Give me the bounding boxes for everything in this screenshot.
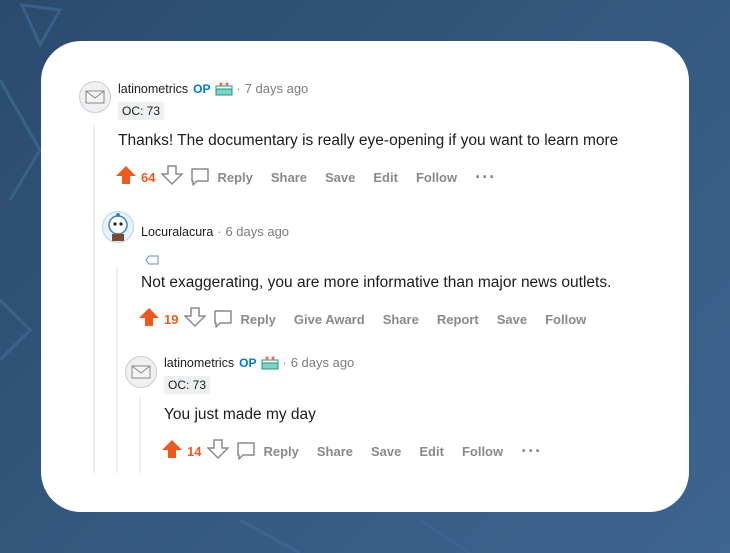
save-button[interactable]: Save: [497, 312, 527, 327]
comment-body: You just made my day: [164, 406, 316, 423]
comment-body: Thanks! The documentary is really eye-op…: [118, 132, 619, 149]
comment-body: Not exaggerating, you are more informati…: [141, 274, 612, 291]
timestamp[interactable]: 6 days ago: [225, 224, 289, 239]
more-options-icon[interactable]: ···: [521, 442, 542, 460]
reply-button[interactable]: Reply: [189, 166, 253, 188]
share-button[interactable]: Share: [317, 444, 353, 459]
cake-day-icon: [261, 356, 279, 370]
upvote-icon[interactable]: [115, 164, 137, 191]
avatar[interactable]: [79, 81, 111, 113]
share-button[interactable]: Share: [383, 312, 419, 327]
follow-button[interactable]: Follow: [462, 444, 503, 459]
flair-tag-icon: [145, 252, 159, 270]
comment-icon: [191, 168, 210, 186]
downvote-icon[interactable]: [183, 306, 208, 333]
follow-button[interactable]: Follow: [416, 170, 457, 185]
comment-actions: 64 Reply Share Save Edit Follow ···: [115, 164, 496, 191]
timestamp[interactable]: 6 days ago: [291, 355, 355, 370]
cake-day-icon: [215, 82, 233, 96]
reply-button[interactable]: Reply: [235, 440, 299, 462]
reply-button[interactable]: Reply: [212, 308, 276, 330]
follow-button[interactable]: Follow: [545, 312, 586, 327]
downvote-icon[interactable]: [206, 438, 231, 465]
more-options-icon[interactable]: ···: [475, 168, 496, 186]
vote-count: 64: [141, 169, 156, 185]
upvote-icon[interactable]: [161, 438, 183, 465]
comment-actions: 19 Reply Give Award Share Report Save Fo…: [138, 306, 604, 333]
user-flair: OC: 73: [118, 102, 165, 120]
comment-actions: 14 Reply Share Save Edit Follow ···: [161, 438, 542, 465]
share-button[interactable]: Share: [271, 170, 307, 185]
save-button[interactable]: Save: [325, 170, 355, 185]
username[interactable]: latinometrics: [118, 82, 188, 96]
separator: ·: [217, 224, 222, 239]
edit-button[interactable]: Edit: [419, 444, 444, 459]
timestamp[interactable]: 7 days ago: [245, 81, 309, 96]
avatar[interactable]: [102, 211, 134, 243]
comment-thread-card: latinometrics OP · 7 days ago OC: 73 Tha…: [41, 41, 689, 512]
vote-count: 14: [187, 443, 202, 459]
downvote-icon[interactable]: [160, 164, 185, 191]
username[interactable]: Locuralacura: [141, 225, 213, 239]
separator: ·: [236, 81, 241, 96]
thread-line-2[interactable]: [116, 267, 118, 473]
op-badge: OP: [239, 355, 257, 370]
avatar[interactable]: [125, 356, 157, 388]
give-award-button[interactable]: Give Award: [294, 312, 365, 327]
upvote-icon[interactable]: [138, 306, 160, 333]
thread-line-1[interactable]: [93, 125, 95, 473]
comment-icon: [237, 442, 256, 460]
username[interactable]: latinometrics: [164, 356, 234, 370]
save-button[interactable]: Save: [371, 444, 401, 459]
report-button[interactable]: Report: [437, 312, 479, 327]
envelope-icon: [131, 365, 151, 379]
vote-count: 19: [164, 311, 179, 327]
edit-button[interactable]: Edit: [373, 170, 398, 185]
op-badge: OP: [193, 81, 211, 96]
envelope-icon: [85, 90, 105, 104]
comment-icon: [214, 310, 233, 328]
separator: ·: [282, 355, 287, 370]
snoo-avatar-icon: [108, 213, 128, 241]
thread-line-3[interactable]: [139, 397, 141, 473]
user-flair: OC: 73: [164, 376, 211, 394]
